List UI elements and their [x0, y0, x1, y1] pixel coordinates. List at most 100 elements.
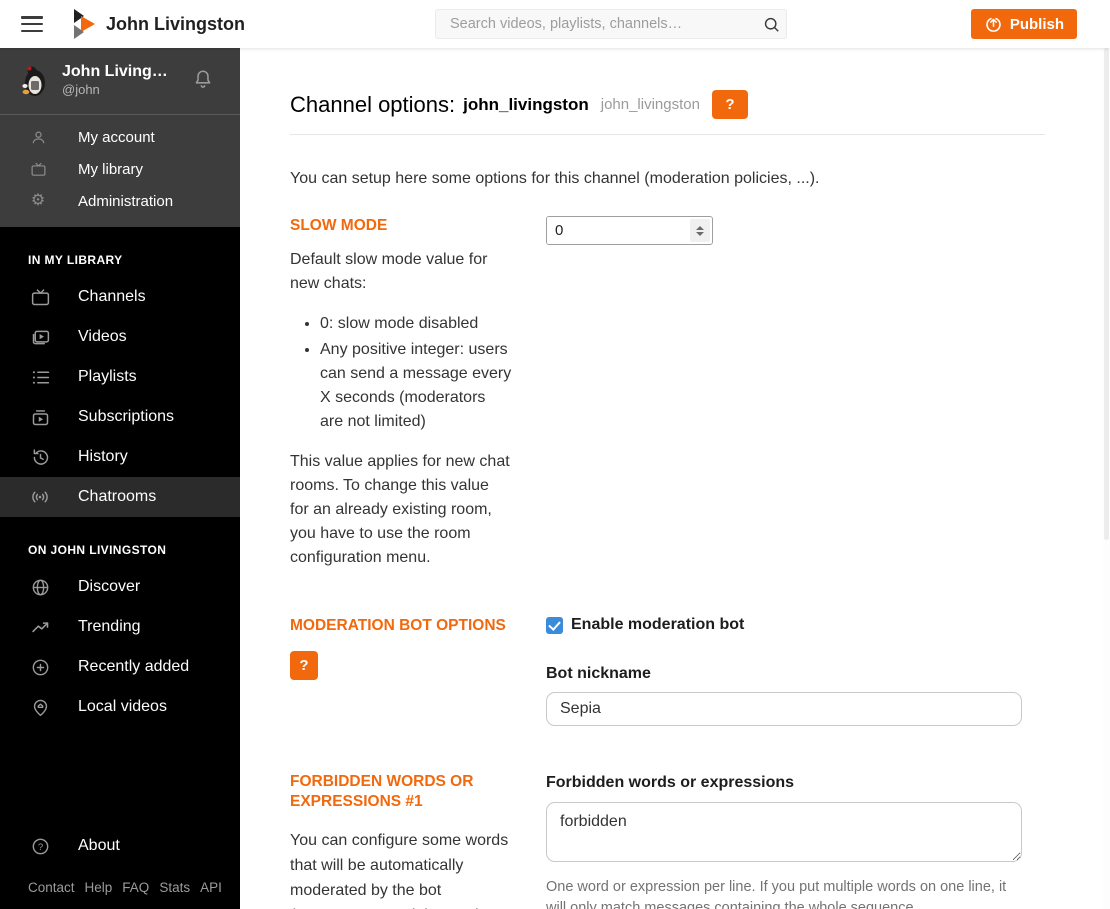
footer-link-help[interactable]: Help [85, 880, 113, 895]
notifications-bell-icon[interactable] [192, 68, 214, 95]
question-circle-icon: ? [28, 836, 52, 857]
publish-button[interactable]: Publish [970, 9, 1077, 39]
playlists-icon [28, 367, 52, 388]
sidebar-item-channels[interactable]: Channels [0, 277, 240, 317]
user-handle: @john [62, 82, 100, 97]
main-content: Channel options: john_livingston john_li… [240, 48, 1110, 909]
sidebar-item-my-library[interactable]: My library [0, 153, 240, 185]
forbidden-words-section: FORBIDDEN WORDS OR EXPRESSIONS #1 You ca… [290, 772, 1045, 909]
slow-mode-note: This value applies for new chat rooms. T… [290, 453, 510, 566]
channels-icon [28, 287, 52, 308]
spinner-down-icon[interactable] [696, 231, 704, 236]
moderation-bot-field-column: Enable moderation bot Bot nickname [546, 616, 1022, 726]
search-icon[interactable] [756, 15, 786, 34]
moderation-bot-description-column: MODERATION BOT OPTIONS ? [290, 616, 546, 680]
page-title-row: Channel options: john_livingston john_li… [290, 90, 1045, 119]
sidebar-item-discover[interactable]: Discover [0, 567, 240, 607]
nav-item-label: Trending [78, 618, 141, 635]
slow-mode-bullet: 0: slow mode disabled [320, 312, 512, 336]
footer-link-faq[interactable]: FAQ [122, 880, 149, 895]
title-divider [290, 134, 1045, 135]
sidebar-item-about[interactable]: ? About [0, 826, 240, 866]
slow-mode-description: Default slow mode value for new chats: [290, 251, 488, 292]
number-spinner[interactable] [690, 219, 710, 242]
sidebar-item-chatrooms[interactable]: Chatrooms [0, 477, 240, 517]
forbidden-words-field-column: Forbidden words or expressions forbidden… [546, 772, 1022, 909]
account-menu: My account My library ⚙ Administration [0, 115, 240, 227]
peertube-logo-icon[interactable] [73, 9, 96, 39]
sidebar-item-local-videos[interactable]: Local videos [0, 687, 240, 727]
nav-item-label: History [78, 448, 128, 465]
sidebar-top-section: John Livingston @john My account My libr… [0, 48, 240, 227]
moderation-bot-help-button[interactable]: ? [290, 651, 318, 680]
nav-item-label: Playlists [78, 368, 137, 385]
nav-item-label: About [78, 837, 120, 854]
enable-bot-row: Enable moderation bot [546, 616, 1022, 634]
nav-item-label: Local videos [78, 698, 167, 715]
forbidden-words-textarea[interactable]: forbidden [546, 802, 1022, 862]
slow-mode-bullet: Any positive integer: users can send a m… [320, 338, 512, 434]
sidebar-item-history[interactable]: History [0, 437, 240, 477]
bot-nickname-input[interactable] [546, 692, 1022, 726]
moderation-bot-section: MODERATION BOT OPTIONS ? Enable moderati… [290, 616, 1045, 726]
spinner-up-icon[interactable] [696, 225, 704, 230]
sidebar-footer: Contact Help FAQ Stats API [0, 880, 240, 909]
sidebar-item-videos[interactable]: Videos [0, 317, 240, 357]
search-input[interactable] [436, 16, 756, 32]
sidebar-item-administration[interactable]: ⚙ Administration [0, 185, 240, 217]
channel-name: john_livingston [463, 94, 589, 114]
publish-label: Publish [1009, 15, 1064, 33]
menu-toggle-button[interactable] [21, 16, 43, 32]
slow-mode-field-column [546, 216, 1022, 245]
library-section-title: IN MY LIBRARY [28, 253, 123, 267]
nav-item-label: Channels [78, 288, 146, 305]
nav-item-label: Videos [78, 328, 127, 345]
user-block[interactable]: John Livingston @john [0, 48, 240, 115]
forbidden-words-description: You can configure some words that will b… [290, 832, 509, 909]
chatrooms-broadcast-icon [28, 486, 52, 508]
scrollbar-thumb[interactable] [1104, 48, 1109, 540]
menu-item-label: My account [78, 128, 155, 146]
avatar[interactable] [16, 62, 52, 98]
sidebar-item-my-account[interactable]: My account [0, 121, 240, 153]
forbidden-words-hint: One word or expression per line. If you … [546, 879, 1007, 909]
forbidden-words-heading: FORBIDDEN WORDS OR EXPRESSIONS #1 [290, 773, 474, 810]
subscriptions-icon [28, 407, 52, 428]
footer-link-stats[interactable]: Stats [159, 880, 190, 895]
top-header: John Livingston Publish [0, 0, 1110, 48]
slow-mode-bullet-list: 0: slow mode disabled Any positive integ… [320, 312, 512, 434]
sidebar-item-trending[interactable]: Trending [0, 607, 240, 647]
slow-mode-heading: SLOW MODE [290, 217, 388, 234]
menu-item-label: My library [78, 160, 144, 178]
slow-mode-input[interactable] [547, 217, 688, 244]
user-display-name: John Livingston [62, 63, 174, 80]
tv-icon [28, 161, 48, 178]
sidebar-item-recently-added[interactable]: Recently added [0, 647, 240, 687]
user-names: John Livingston @john [62, 63, 174, 97]
plus-circle-icon [28, 657, 52, 678]
sidebar-item-subscriptions[interactable]: Subscriptions [0, 397, 240, 437]
page-title: Channel options: [290, 91, 456, 117]
nav-item-label: Subscriptions [78, 408, 175, 425]
slow-mode-section: SLOW MODE Default slow mode value for ne… [290, 216, 1045, 570]
home-pin-icon [28, 697, 52, 718]
enable-bot-checkbox[interactable] [546, 616, 563, 634]
search-bar [435, 9, 787, 39]
app-window: John Livingston Publish [0, 0, 1110, 909]
sidebar-item-playlists[interactable]: Playlists [0, 357, 240, 397]
upload-icon [984, 15, 1003, 34]
gear-icon: ⚙ [30, 192, 46, 209]
person-icon [28, 129, 48, 146]
footer-link-contact[interactable]: Contact [28, 880, 75, 895]
trending-icon [28, 617, 52, 638]
title-help-button[interactable]: ? [711, 90, 748, 119]
history-icon [28, 447, 52, 468]
instance-title[interactable]: John Livingston [106, 14, 245, 35]
slow-mode-description-column: SLOW MODE Default slow mode value for ne… [290, 216, 546, 570]
footer-link-api[interactable]: API [200, 880, 222, 895]
forbidden-words-description-column: FORBIDDEN WORDS OR EXPRESSIONS #1 You ca… [290, 772, 546, 909]
enable-bot-label: Enable moderation bot [571, 616, 745, 633]
page-scrollbar[interactable] [1103, 48, 1110, 909]
instance-section-title: ON JOHN LIVINGSTON [28, 543, 167, 557]
